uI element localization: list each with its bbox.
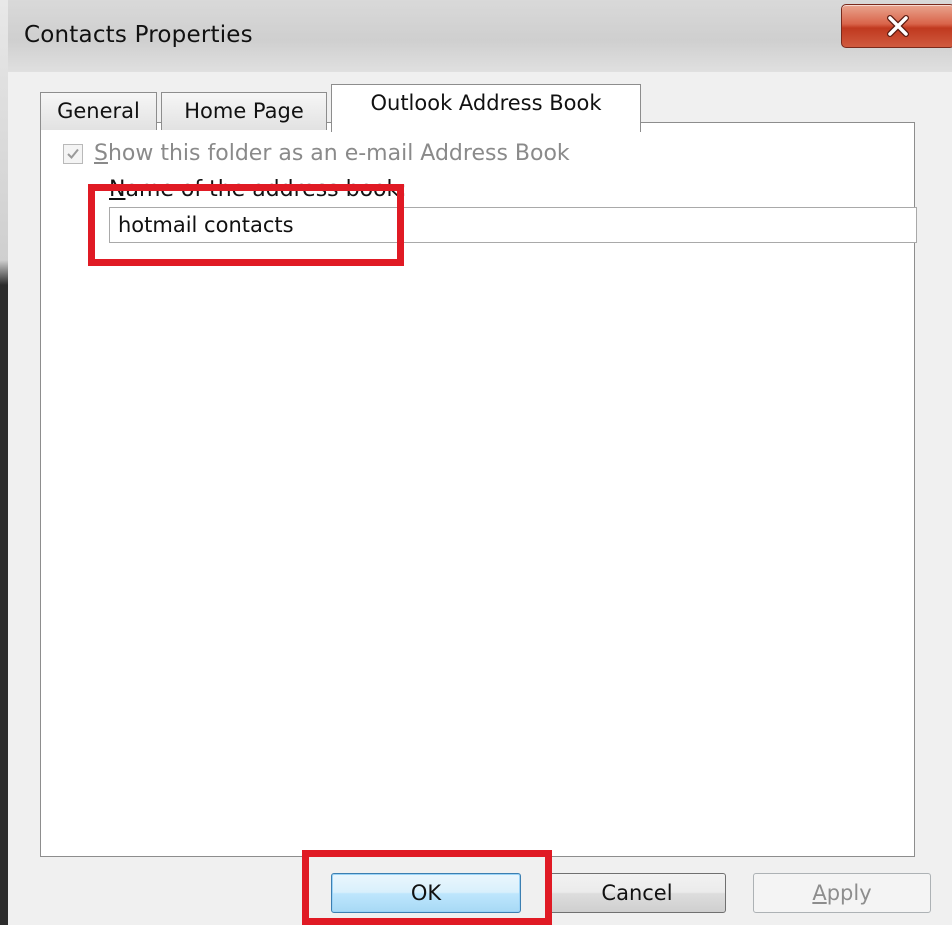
apply-button-label: Apply [812, 881, 872, 905]
tab-general[interactable]: General [40, 92, 157, 130]
dialog-body: Show this folder as an e-mail Address Bo… [8, 72, 952, 925]
address-book-name-input[interactable] [109, 207, 917, 243]
dialog-window: Contacts Properties Show this folder as … [0, 0, 952, 925]
tab-outlook-address-book[interactable]: Outlook Address Book [331, 84, 641, 132]
apply-button[interactable]: Apply [753, 873, 931, 913]
checkmark-icon [67, 148, 79, 159]
ok-button[interactable]: OK [331, 873, 521, 913]
close-button[interactable] [841, 4, 952, 48]
show-as-address-book-label: Show this folder as an e-mail Address Bo… [94, 141, 570, 166]
tab-outlook-address-book-label: Outlook Address Book [370, 91, 602, 115]
tab-general-label: General [57, 99, 140, 123]
address-book-name-label: Name of the address book: [109, 177, 407, 202]
window-title: Contacts Properties [24, 22, 253, 48]
cancel-button[interactable]: Cancel [548, 873, 726, 913]
tab-panel-outlook-address-book: Show this folder as an e-mail Address Bo… [40, 122, 917, 857]
background-window-edge [0, 0, 8, 925]
ok-button-label: OK [410, 881, 442, 905]
title-bar[interactable]: Contacts Properties [8, 0, 952, 72]
show-as-address-book-checkbox[interactable] [63, 144, 83, 164]
cancel-button-label: Cancel [601, 881, 673, 905]
tab-home-page-label: Home Page [184, 99, 304, 123]
tab-home-page[interactable]: Home Page [161, 92, 327, 130]
close-icon [887, 15, 909, 37]
